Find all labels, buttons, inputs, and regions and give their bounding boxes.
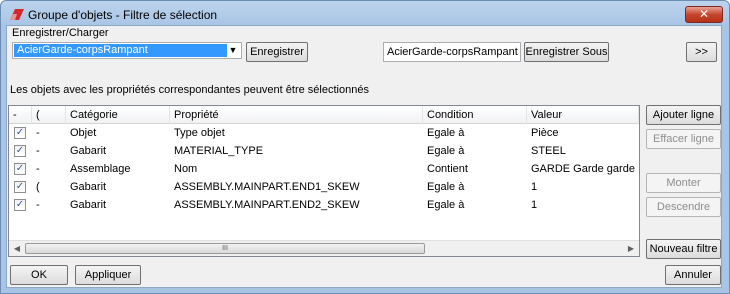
row-condition-cell[interactable]: Egale à [423, 142, 527, 160]
save-as-name-field[interactable]: AcierGarde-corpsRampant [383, 42, 521, 62]
row-paren-cell[interactable]: - [32, 142, 66, 160]
cancel-button[interactable]: Annuler [665, 265, 721, 285]
new-filter-button[interactable]: Nouveau filtre [646, 239, 721, 259]
scroll-left-icon[interactable]: ◀ [9, 241, 25, 256]
column-header-open-paren[interactable]: ( [32, 106, 66, 124]
scroll-thumb[interactable]: III [25, 243, 425, 254]
row-checkbox[interactable]: ✓ [14, 181, 26, 193]
save-as-button[interactable]: Enregistrer Sous [524, 42, 609, 62]
row-category-cell[interactable]: Assemblage [66, 160, 170, 178]
app-logo-icon [10, 9, 24, 20]
row-condition-cell[interactable]: Egale à [423, 124, 527, 142]
row-condition-cell[interactable]: Egale à [423, 196, 527, 214]
row-property-cell[interactable]: Type objet [170, 124, 423, 142]
row-paren-cell[interactable]: ( [32, 178, 66, 196]
column-header-category[interactable]: Catégorie [66, 106, 170, 124]
column-header-condition[interactable]: Condition [423, 106, 527, 124]
move-up-button[interactable]: Monter [646, 173, 721, 193]
add-row-button[interactable]: Ajouter ligne [646, 105, 721, 125]
row-property-cell[interactable]: MATERIAL_TYPE [170, 142, 423, 160]
horizontal-scrollbar[interactable]: ◀ III ▶ [9, 240, 639, 256]
row-property-cell[interactable]: ASSEMBLY.MAINPART.END1_SKEW [170, 178, 423, 196]
row-condition-cell[interactable]: Contient [423, 160, 527, 178]
row-value-cell[interactable]: STEEL [527, 142, 639, 160]
filter-select-combo[interactable]: AcierGarde-corpsRampant ▼ [12, 42, 242, 59]
window-title: Groupe d'objets - Filtre de sélection [28, 8, 218, 22]
delete-row-button[interactable]: Effacer ligne [646, 129, 721, 149]
row-property-cell[interactable]: ASSEMBLY.MAINPART.END2_SKEW [170, 196, 423, 214]
table-row[interactable]: ✓ - Assemblage Nom Contient GARDE Garde … [9, 160, 639, 178]
row-value-cell[interactable]: Pièce [527, 124, 639, 142]
row-value-cell[interactable]: 1 [527, 178, 639, 196]
close-icon: ✕ [698, 7, 710, 21]
column-header-property[interactable]: Propriété [170, 106, 423, 124]
table-row[interactable]: ✓ ( Gabarit ASSEMBLY.MAINPART.END1_SKEW … [9, 178, 639, 196]
row-category-cell[interactable]: Gabarit [66, 178, 170, 196]
combo-selected-value: AcierGarde-corpsRampant [14, 44, 227, 57]
row-checkbox[interactable]: ✓ [14, 163, 26, 175]
apply-button[interactable]: Appliquer [75, 265, 141, 285]
column-header-value[interactable]: Valeur [527, 106, 639, 124]
expand-button[interactable]: >> [686, 42, 717, 62]
row-property-cell[interactable]: Nom [170, 160, 423, 178]
column-header-dash[interactable]: - [9, 106, 32, 124]
row-checkbox[interactable]: ✓ [14, 145, 26, 157]
grid-header: - ( Catégorie Propriété Condition Valeur [9, 106, 639, 124]
row-paren-cell[interactable]: - [32, 160, 66, 178]
save-load-label: Enregistrer/Charger [12, 27, 109, 39]
row-checkbox[interactable]: ✓ [14, 199, 26, 211]
ok-button[interactable]: OK [10, 265, 68, 285]
table-row[interactable]: ✓ - Gabarit ASSEMBLY.MAINPART.END2_SKEW … [9, 196, 639, 214]
table-row[interactable]: ✓ - Objet Type objet Egale à Pièce [9, 124, 639, 142]
table-row[interactable]: ✓ - Gabarit MATERIAL_TYPE Egale à STEEL [9, 142, 639, 160]
row-category-cell[interactable]: Gabarit [66, 142, 170, 160]
row-category-cell[interactable]: Gabarit [66, 196, 170, 214]
row-category-cell[interactable]: Objet [66, 124, 170, 142]
row-paren-cell[interactable]: - [32, 124, 66, 142]
scroll-right-icon[interactable]: ▶ [623, 241, 639, 256]
filter-grid: - ( Catégorie Propriété Condition Valeur… [8, 105, 640, 257]
save-button[interactable]: Enregistrer [246, 42, 308, 62]
row-condition-cell[interactable]: Egale à [423, 178, 527, 196]
chevron-down-icon[interactable]: ▼ [227, 43, 239, 58]
info-text: Les objets avec les propriétés correspon… [10, 84, 369, 96]
row-value-cell[interactable]: GARDE Garde garde [527, 160, 639, 178]
row-checkbox[interactable]: ✓ [14, 127, 26, 139]
row-paren-cell[interactable]: - [32, 196, 66, 214]
move-down-button[interactable]: Descendre [646, 197, 721, 217]
close-button[interactable]: ✕ [685, 6, 723, 23]
row-value-cell[interactable]: 1 [527, 196, 639, 214]
